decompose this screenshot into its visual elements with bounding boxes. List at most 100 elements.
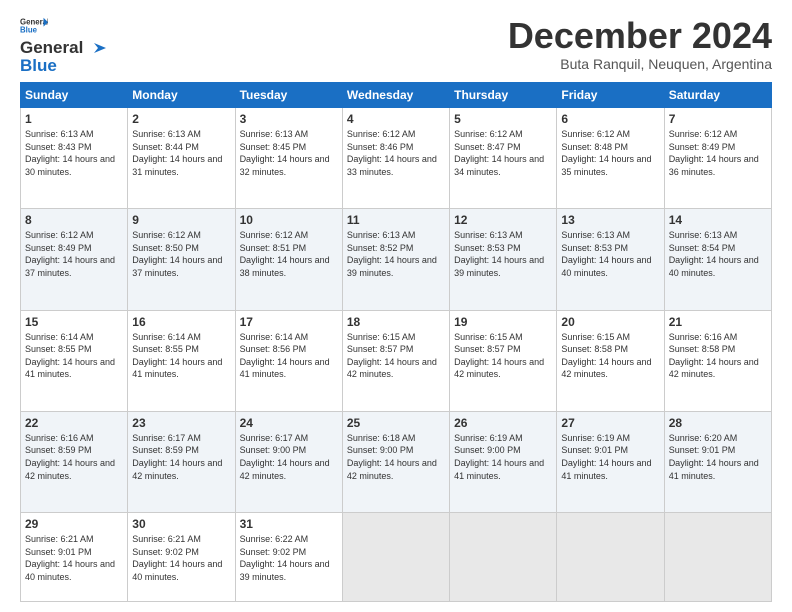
weekday-header-friday: Friday <box>557 83 664 108</box>
logo-general: General <box>20 38 83 58</box>
weekday-header-tuesday: Tuesday <box>235 83 342 108</box>
cell-content: Sunrise: 6:13 AMSunset: 8:53 PMDaylight:… <box>454 230 544 278</box>
weekday-header-monday: Monday <box>128 83 235 108</box>
calendar-cell: 5 Sunrise: 6:12 AMSunset: 8:47 PMDayligh… <box>450 108 557 209</box>
calendar-cell: 2 Sunrise: 6:13 AMSunset: 8:44 PMDayligh… <box>128 108 235 209</box>
day-number: 3 <box>240 112 338 126</box>
weekday-header-saturday: Saturday <box>664 83 771 108</box>
page: General Blue General Blue December 2024 … <box>0 0 792 612</box>
day-number: 12 <box>454 213 552 227</box>
calendar-cell <box>342 513 449 602</box>
logo-bird <box>84 41 106 55</box>
day-number: 11 <box>347 213 445 227</box>
calendar-cell: 17 Sunrise: 6:14 AMSunset: 8:56 PMDaylig… <box>235 310 342 411</box>
calendar-cell: 1 Sunrise: 6:13 AMSunset: 8:43 PMDayligh… <box>21 108 128 209</box>
calendar-cell: 26 Sunrise: 6:19 AMSunset: 9:00 PMDaylig… <box>450 411 557 512</box>
day-number: 7 <box>669 112 767 126</box>
calendar-cell: 13 Sunrise: 6:13 AMSunset: 8:53 PMDaylig… <box>557 209 664 310</box>
day-number: 31 <box>240 517 338 531</box>
calendar-header-row: SundayMondayTuesdayWednesdayThursdayFrid… <box>21 83 772 108</box>
calendar-cell: 25 Sunrise: 6:18 AMSunset: 9:00 PMDaylig… <box>342 411 449 512</box>
cell-content: Sunrise: 6:15 AMSunset: 8:57 PMDaylight:… <box>347 332 437 380</box>
day-number: 8 <box>25 213 123 227</box>
calendar-cell: 7 Sunrise: 6:12 AMSunset: 8:49 PMDayligh… <box>664 108 771 209</box>
cell-content: Sunrise: 6:13 AMSunset: 8:44 PMDaylight:… <box>132 129 222 177</box>
weekday-header-wednesday: Wednesday <box>342 83 449 108</box>
day-number: 13 <box>561 213 659 227</box>
day-number: 6 <box>561 112 659 126</box>
calendar-cell <box>664 513 771 602</box>
day-number: 21 <box>669 315 767 329</box>
day-number: 5 <box>454 112 552 126</box>
day-number: 1 <box>25 112 123 126</box>
day-number: 25 <box>347 416 445 430</box>
day-number: 26 <box>454 416 552 430</box>
calendar-cell: 3 Sunrise: 6:13 AMSunset: 8:45 PMDayligh… <box>235 108 342 209</box>
calendar-cell: 4 Sunrise: 6:12 AMSunset: 8:46 PMDayligh… <box>342 108 449 209</box>
cell-content: Sunrise: 6:18 AMSunset: 9:00 PMDaylight:… <box>347 433 437 481</box>
calendar-cell: 28 Sunrise: 6:20 AMSunset: 9:01 PMDaylig… <box>664 411 771 512</box>
day-number: 23 <box>132 416 230 430</box>
calendar-cell: 12 Sunrise: 6:13 AMSunset: 8:53 PMDaylig… <box>450 209 557 310</box>
day-number: 16 <box>132 315 230 329</box>
logo: General Blue General Blue <box>20 16 107 76</box>
calendar-cell: 31 Sunrise: 6:22 AMSunset: 9:02 PMDaylig… <box>235 513 342 602</box>
cell-content: Sunrise: 6:12 AMSunset: 8:50 PMDaylight:… <box>132 230 222 278</box>
day-number: 19 <box>454 315 552 329</box>
calendar-cell: 29 Sunrise: 6:21 AMSunset: 9:01 PMDaylig… <box>21 513 128 602</box>
day-number: 15 <box>25 315 123 329</box>
weekday-header-thursday: Thursday <box>450 83 557 108</box>
calendar-week-row: 15 Sunrise: 6:14 AMSunset: 8:55 PMDaylig… <box>21 310 772 411</box>
calendar-cell: 8 Sunrise: 6:12 AMSunset: 8:49 PMDayligh… <box>21 209 128 310</box>
month-title: December 2024 <box>508 16 772 56</box>
cell-content: Sunrise: 6:21 AMSunset: 9:02 PMDaylight:… <box>132 534 222 582</box>
calendar-cell: 16 Sunrise: 6:14 AMSunset: 8:55 PMDaylig… <box>128 310 235 411</box>
calendar-cell: 9 Sunrise: 6:12 AMSunset: 8:50 PMDayligh… <box>128 209 235 310</box>
cell-content: Sunrise: 6:12 AMSunset: 8:51 PMDaylight:… <box>240 230 330 278</box>
day-number: 18 <box>347 315 445 329</box>
cell-content: Sunrise: 6:13 AMSunset: 8:43 PMDaylight:… <box>25 129 115 177</box>
logo-blue: Blue <box>20 56 57 76</box>
day-number: 9 <box>132 213 230 227</box>
day-number: 2 <box>132 112 230 126</box>
calendar-table: SundayMondayTuesdayWednesdayThursdayFrid… <box>20 82 772 602</box>
cell-content: Sunrise: 6:12 AMSunset: 8:47 PMDaylight:… <box>454 129 544 177</box>
calendar-cell: 27 Sunrise: 6:19 AMSunset: 9:01 PMDaylig… <box>557 411 664 512</box>
calendar-cell: 15 Sunrise: 6:14 AMSunset: 8:55 PMDaylig… <box>21 310 128 411</box>
calendar-cell: 14 Sunrise: 6:13 AMSunset: 8:54 PMDaylig… <box>664 209 771 310</box>
calendar-week-row: 8 Sunrise: 6:12 AMSunset: 8:49 PMDayligh… <box>21 209 772 310</box>
weekday-header-sunday: Sunday <box>21 83 128 108</box>
calendar-cell: 23 Sunrise: 6:17 AMSunset: 8:59 PMDaylig… <box>128 411 235 512</box>
cell-content: Sunrise: 6:14 AMSunset: 8:55 PMDaylight:… <box>132 332 222 380</box>
cell-content: Sunrise: 6:16 AMSunset: 8:59 PMDaylight:… <box>25 433 115 481</box>
cell-content: Sunrise: 6:20 AMSunset: 9:01 PMDaylight:… <box>669 433 759 481</box>
calendar-cell: 11 Sunrise: 6:13 AMSunset: 8:52 PMDaylig… <box>342 209 449 310</box>
svg-text:Blue: Blue <box>20 25 38 34</box>
calendar-cell <box>557 513 664 602</box>
cell-content: Sunrise: 6:22 AMSunset: 9:02 PMDaylight:… <box>240 534 330 582</box>
location: Buta Ranquil, Neuquen, Argentina <box>508 56 772 72</box>
calendar-week-row: 22 Sunrise: 6:16 AMSunset: 8:59 PMDaylig… <box>21 411 772 512</box>
cell-content: Sunrise: 6:12 AMSunset: 8:49 PMDaylight:… <box>25 230 115 278</box>
calendar-cell: 24 Sunrise: 6:17 AMSunset: 9:00 PMDaylig… <box>235 411 342 512</box>
calendar-week-row: 29 Sunrise: 6:21 AMSunset: 9:01 PMDaylig… <box>21 513 772 602</box>
cell-content: Sunrise: 6:19 AMSunset: 9:00 PMDaylight:… <box>454 433 544 481</box>
cell-content: Sunrise: 6:12 AMSunset: 8:48 PMDaylight:… <box>561 129 651 177</box>
calendar-cell: 20 Sunrise: 6:15 AMSunset: 8:58 PMDaylig… <box>557 310 664 411</box>
day-number: 14 <box>669 213 767 227</box>
day-number: 28 <box>669 416 767 430</box>
day-number: 4 <box>347 112 445 126</box>
calendar-cell: 18 Sunrise: 6:15 AMSunset: 8:57 PMDaylig… <box>342 310 449 411</box>
cell-content: Sunrise: 6:12 AMSunset: 8:49 PMDaylight:… <box>669 129 759 177</box>
calendar-cell: 30 Sunrise: 6:21 AMSunset: 9:02 PMDaylig… <box>128 513 235 602</box>
calendar-cell: 10 Sunrise: 6:12 AMSunset: 8:51 PMDaylig… <box>235 209 342 310</box>
day-number: 30 <box>132 517 230 531</box>
cell-content: Sunrise: 6:15 AMSunset: 8:57 PMDaylight:… <box>454 332 544 380</box>
cell-content: Sunrise: 6:13 AMSunset: 8:45 PMDaylight:… <box>240 129 330 177</box>
header: General Blue General Blue December 2024 … <box>20 16 772 76</box>
cell-content: Sunrise: 6:21 AMSunset: 9:01 PMDaylight:… <box>25 534 115 582</box>
calendar-week-row: 1 Sunrise: 6:13 AMSunset: 8:43 PMDayligh… <box>21 108 772 209</box>
calendar-cell: 19 Sunrise: 6:15 AMSunset: 8:57 PMDaylig… <box>450 310 557 411</box>
day-number: 22 <box>25 416 123 430</box>
day-number: 10 <box>240 213 338 227</box>
